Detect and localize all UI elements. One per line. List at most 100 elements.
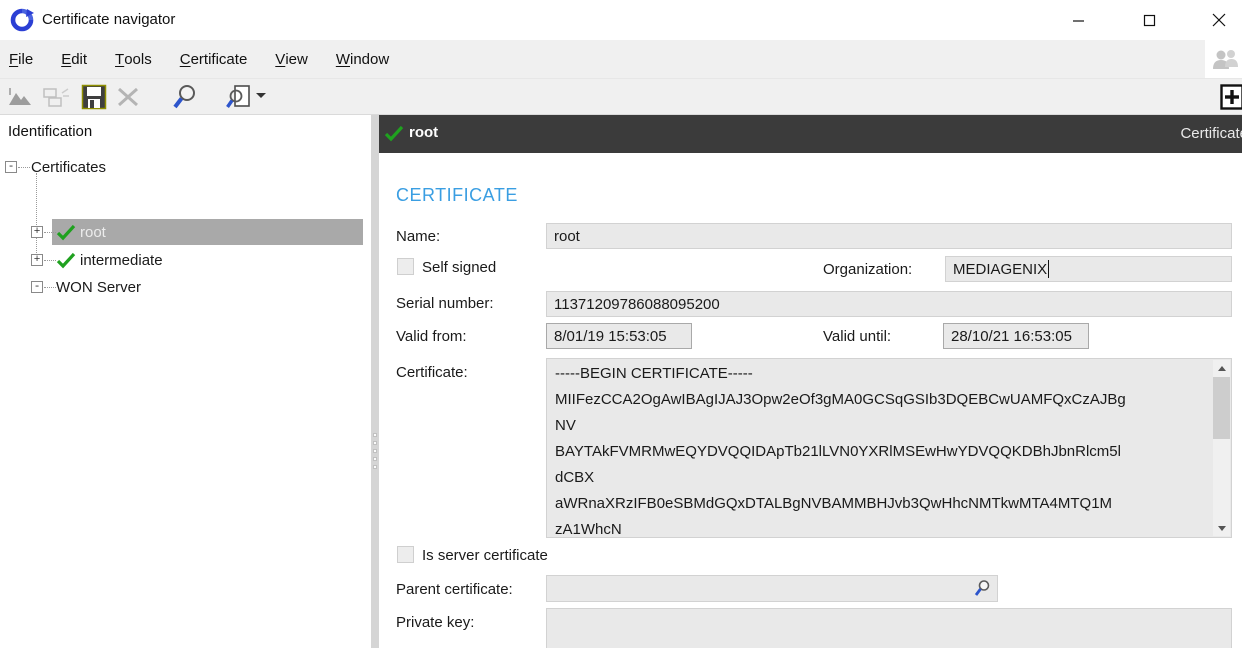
search-document-button[interactable] <box>224 83 254 111</box>
search-document-icon <box>225 83 253 111</box>
tree-label-intermediate: intermediate <box>80 252 163 269</box>
identification-panel: Identification - Certificates + root + i… <box>0 115 371 648</box>
save-icon <box>81 84 107 110</box>
tree-label-root: root <box>80 224 106 241</box>
valid-until-label: Valid until: <box>823 328 891 345</box>
toolbar <box>0 78 1242 115</box>
search-icon <box>171 83 199 111</box>
splitter-grip-dot <box>373 449 377 453</box>
tree-item-certificates[interactable]: Certificates <box>31 154 106 180</box>
detail-header-title: root <box>409 124 438 141</box>
expand-box-intermediate[interactable]: + <box>31 254 43 266</box>
self-signed-label: Self signed <box>422 259 496 276</box>
menu-window-rest: indow <box>350 51 389 68</box>
lookup-search-icon[interactable] <box>973 579 991 597</box>
is-server-certificate-checkbox[interactable] <box>397 546 414 563</box>
menu-view-rest: iew <box>285 51 308 68</box>
tree-stub <box>44 287 56 288</box>
tree-item-won-server[interactable]: WON Server <box>56 274 141 300</box>
menu-certificate-rest: ertificate <box>191 51 248 68</box>
expand-box-certificates[interactable]: - <box>5 161 17 173</box>
scroll-up-arrow-icon[interactable] <box>1213 360 1230 376</box>
parent-certificate-input[interactable] <box>546 575 998 602</box>
close-button[interactable] <box>1196 0 1242 40</box>
valid-until-input[interactable]: 28/10/21 16:53:05 <box>943 323 1089 349</box>
menu-bar: File Edit Tools Certificate View Window <box>0 40 1205 78</box>
maximize-button[interactable] <box>1126 0 1172 40</box>
menu-window[interactable]: Window <box>322 40 403 78</box>
tree-item-root[interactable]: root <box>56 219 106 245</box>
menu-tools-accel: T <box>115 51 124 68</box>
image-icon <box>7 85 33 109</box>
menu-certificate[interactable]: Certificate <box>166 40 262 78</box>
detail-header-bar: root Certificate <box>379 115 1242 153</box>
menu-tools-rest: ools <box>124 51 152 68</box>
valid-until-value: 28/10/21 16:53:05 <box>951 328 1072 345</box>
tree-stub <box>44 232 56 233</box>
section-title: CERTIFICATE <box>396 185 518 206</box>
expand-box-root[interactable]: + <box>31 226 43 238</box>
menu-bar-right-area <box>1205 40 1242 78</box>
menu-view[interactable]: View <box>261 40 322 78</box>
save-button[interactable] <box>79 83 109 111</box>
close-icon <box>1212 13 1226 27</box>
certificate-textarea[interactable]: -----BEGIN CERTIFICATE----- MIIFezCCA2Og… <box>546 358 1232 538</box>
delete-icon <box>115 85 141 109</box>
name-label: Name: <box>396 228 440 245</box>
certificate-label: Certificate: <box>396 364 468 381</box>
serial-number-label: Serial number: <box>396 295 494 312</box>
application-window: Certificate navigator File Edit Tools Ce… <box>0 0 1242 648</box>
link-items-icon <box>42 85 70 109</box>
splitter-grip-dot <box>373 457 377 461</box>
menu-window-accel: W <box>336 51 350 68</box>
serial-number-value: 11371209786088095200 <box>554 296 720 313</box>
certificate-scrollbar[interactable] <box>1213 360 1230 536</box>
certificate-detail-panel: root Certificate CERTIFICATE Name: root … <box>379 115 1242 648</box>
self-signed-checkbox[interactable] <box>397 258 414 275</box>
expand-box-won-server[interactable]: - <box>31 281 43 293</box>
menu-edit-rest: dit <box>71 51 87 68</box>
sidebar-header: Identification <box>8 123 92 140</box>
private-key-input[interactable] <box>546 608 1232 648</box>
search-button[interactable] <box>170 83 200 111</box>
app-icon <box>10 8 34 32</box>
menu-tools[interactable]: Tools <box>101 40 166 78</box>
tree-label-certificates: Certificates <box>31 159 106 176</box>
is-server-certificate-label: Is server certificate <box>422 547 548 564</box>
tree-label-won-server: WON Server <box>56 279 141 296</box>
link-items-button-disabled[interactable] <box>41 83 71 111</box>
valid-from-input[interactable]: 8/01/19 15:53:05 <box>546 323 692 349</box>
valid-from-value: 8/01/19 15:53:05 <box>554 328 667 345</box>
detail-header-type: Certificate <box>1180 125 1242 142</box>
panel-splitter[interactable] <box>371 115 379 648</box>
title-bar: Certificate navigator <box>0 0 1242 40</box>
certificate-text: -----BEGIN CERTIFICATE----- MIIFezCCA2Og… <box>555 361 1209 537</box>
window-title: Certificate navigator <box>42 11 175 28</box>
organization-label: Organization: <box>823 261 912 278</box>
minimize-icon <box>1072 14 1085 27</box>
add-item-icon <box>1220 84 1242 110</box>
name-value: root <box>554 228 580 245</box>
menu-edit[interactable]: Edit <box>47 40 101 78</box>
delete-button-disabled[interactable] <box>113 83 143 111</box>
search-dropdown-caret-icon[interactable] <box>256 93 266 98</box>
menu-certificate-accel: C <box>180 51 191 68</box>
image-button-disabled[interactable] <box>5 83 35 111</box>
minimize-button[interactable] <box>1055 0 1101 40</box>
parent-certificate-label: Parent certificate: <box>396 581 513 598</box>
menu-file[interactable]: File <box>0 40 47 78</box>
private-key-label: Private key: <box>396 614 474 631</box>
maximize-icon <box>1143 14 1156 27</box>
add-item-button[interactable] <box>1220 84 1242 110</box>
scroll-down-arrow-icon[interactable] <box>1213 520 1230 536</box>
menu-file-accel: F <box>9 51 18 68</box>
text-caret <box>1048 260 1049 278</box>
menu-view-accel: V <box>275 51 285 68</box>
scrollbar-thumb[interactable] <box>1213 377 1230 439</box>
tree-stub <box>18 167 30 168</box>
organization-input[interactable]: MEDIAGENIX <box>945 256 1232 282</box>
tree-item-intermediate[interactable]: intermediate <box>56 247 163 273</box>
users-icon <box>1210 48 1240 72</box>
serial-number-input[interactable]: 11371209786088095200 <box>546 291 1232 317</box>
name-input[interactable]: root <box>546 223 1232 249</box>
